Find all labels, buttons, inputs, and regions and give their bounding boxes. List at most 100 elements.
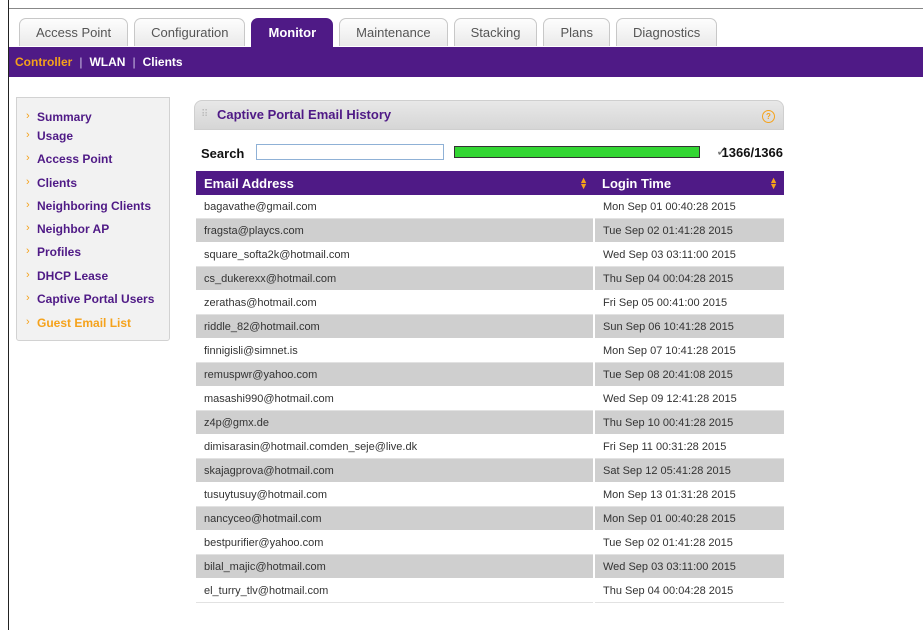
menu-item-label: Guest Email List	[37, 316, 132, 330]
table-row[interactable]: dimisarasin@hotmail.comden_seje@live.dk F…	[196, 434, 784, 459]
tab-diagnostics[interactable]: Diagnostics	[616, 18, 718, 46]
email-cell: bagavathe@gmail.com	[196, 195, 594, 219]
login-time-cell: Mon Sep 01 00:40:28 2015	[593, 506, 784, 531]
tab-access-point[interactable]: Access Point	[19, 18, 129, 46]
login-time-cell: Tue Sep 02 01:41:28 2015	[593, 218, 784, 243]
tab-configuration[interactable]: Configuration	[134, 18, 246, 46]
menu-item-label: DHCP Lease	[37, 269, 109, 283]
table-row[interactable]: skajagprova@hotmail.com Sat Sep 12 05:41:…	[196, 458, 784, 483]
email-cell: remuspwr@yahoo.com	[196, 362, 594, 387]
left-menu: › Summary › Usage › Access Point › Clients › Neig…	[16, 97, 170, 341]
menu-item-label: Captive Portal Users	[37, 292, 155, 306]
menu-item-clients[interactable]: › Clients	[26, 176, 77, 190]
drag-grip-icon: ⠿	[201, 109, 209, 120]
menu-item-guest-email-list[interactable]: › Guest Email List	[26, 316, 131, 330]
email-cell: el_turry_tlv@hotmail.com	[196, 578, 594, 603]
chevron-right-icon: ›	[26, 222, 30, 234]
email-cell: zerathas@hotmail.com	[196, 290, 594, 315]
subnav-separator: |	[79, 55, 83, 69]
subnav-controller[interactable]: Controller	[15, 55, 72, 69]
table-row[interactable]: el_turry_tlv@hotmail.com Thu Sep 04 00:04…	[196, 578, 784, 603]
email-cell: nancyceo@hotmail.com	[196, 506, 594, 531]
login-time-cell: Wed Sep 09 12:41:28 2015	[593, 386, 784, 411]
menu-item-access-point[interactable]: › Access Point	[26, 152, 112, 166]
login-time-cell: Thu Sep 10 00:41:28 2015	[593, 410, 784, 435]
chevron-right-icon: ›	[26, 199, 30, 211]
search-input[interactable]	[256, 144, 444, 160]
captive-portal-email-history-panel: ⠿ Captive Portal Email History ? Search …	[194, 100, 784, 630]
table-row[interactable]: cs_dukerexx@hotmail.com Thu Sep 04 00:04:…	[196, 266, 784, 291]
tab-maintenance[interactable]: Maintenance	[339, 18, 448, 46]
login-time-cell: Tue Sep 08 20:41:08 2015	[593, 362, 784, 387]
sort-icon: ▲ ▼	[579, 175, 588, 191]
chevron-right-icon: ›	[26, 129, 30, 141]
email-cell: skajagprova@hotmail.com	[196, 458, 594, 483]
menu-item-label: Usage	[37, 129, 74, 143]
result-count: 1366/1366	[721, 145, 783, 160]
login-time-cell: Mon Sep 01 00:40:28 2015	[593, 195, 784, 219]
table-row[interactable]: nancyceo@hotmail.com Mon Sep 01 00:40:28 …	[196, 506, 784, 531]
login-time-cell: Fri Sep 05 00:41:00 2015	[593, 290, 784, 315]
column-header-email[interactable]: Email Address ▲ ▼	[196, 171, 594, 195]
table-row[interactable]: remuspwr@yahoo.com Tue Sep 08 20:41:08 20…	[196, 362, 784, 387]
table-row[interactable]: bagavathe@gmail.com Mon Sep 01 00:40:28 2…	[196, 195, 784, 219]
subnav-wlan[interactable]: WLAN	[89, 55, 125, 69]
chevron-right-icon: ›	[26, 292, 30, 304]
search-label: Search	[201, 146, 245, 161]
tab-plans[interactable]: Plans	[543, 18, 610, 46]
chevron-right-icon: ›	[26, 269, 30, 281]
email-cell: fragsta@playcs.com	[196, 218, 594, 243]
login-time-cell: Wed Sep 03 03:11:00 2015	[593, 554, 784, 579]
main-tab-bar: Access Point Configuration Monitor Maintena…	[9, 9, 923, 47]
login-time-cell: Thu Sep 04 00:04:28 2015	[593, 266, 784, 291]
menu-item-neighbor-ap[interactable]: › Neighbor AP	[26, 222, 109, 236]
email-history-table: Email Address ▲ ▼ Login Time ▲ ▼ bagavathe…	[196, 171, 784, 603]
email-cell: finnigisli@simnet.is	[196, 338, 594, 363]
table-row[interactable]: masashi990@hotmail.com Wed Sep 09 12:41:2…	[196, 386, 784, 411]
menu-item-summary[interactable]: › Summary	[26, 110, 92, 124]
login-time-cell: Wed Sep 03 03:11:00 2015	[593, 242, 784, 267]
search-row: Search ✓ 1366/1366	[194, 131, 784, 170]
table-row[interactable]: z4p@gmx.de Thu Sep 10 00:41:28 2015	[196, 410, 784, 435]
chevron-right-icon: ›	[26, 110, 30, 122]
column-header-login-time[interactable]: Login Time ▲ ▼	[594, 171, 784, 195]
menu-item-neighboring-clients[interactable]: › Neighboring Clients	[26, 199, 151, 213]
table-row[interactable]: zerathas@hotmail.com Fri Sep 05 00:41:00 …	[196, 290, 784, 315]
menu-item-label: Access Point	[37, 152, 113, 166]
help-icon[interactable]: ?	[762, 110, 775, 123]
login-time-cell: Sun Sep 06 10:41:28 2015	[593, 314, 784, 339]
subnav-separator: |	[132, 55, 136, 69]
column-header-email-label: Email Address	[204, 175, 294, 191]
menu-item-usage[interactable]: › Usage	[26, 129, 73, 143]
menu-item-dhcp-lease[interactable]: › DHCP Lease	[26, 269, 108, 283]
table-row[interactable]: tusuytusuy@hotmail.com Mon Sep 13 01:31:2…	[196, 482, 784, 507]
panel-title: Captive Portal Email History	[217, 107, 392, 122]
table-row[interactable]: bestpurifier@yahoo.com Tue Sep 02 01:41:2…	[196, 530, 784, 555]
panel-header: ⠿ Captive Portal Email History ?	[194, 100, 784, 130]
table-row[interactable]: fragsta@playcs.com Tue Sep 02 01:41:28 20…	[196, 218, 784, 243]
table-header-row: Email Address ▲ ▼ Login Time ▲ ▼	[196, 171, 784, 195]
table-row[interactable]: riddle_82@hotmail.com Sun Sep 06 10:41:28…	[196, 314, 784, 339]
login-time-cell: Fri Sep 11 00:31:28 2015	[593, 434, 784, 459]
tab-stacking[interactable]: Stacking	[453, 18, 538, 46]
email-cell: tusuytusuy@hotmail.com	[196, 482, 594, 507]
login-time-cell: Mon Sep 13 01:31:28 2015	[593, 482, 784, 507]
email-cell: cs_dukerexx@hotmail.com	[196, 266, 594, 291]
column-header-login-time-label: Login Time	[602, 175, 672, 191]
menu-item-label: Profiles	[37, 245, 82, 259]
menu-item-label: Summary	[37, 110, 92, 124]
search-progress-fill	[455, 147, 699, 157]
email-cell: masashi990@hotmail.com	[196, 386, 594, 411]
tab-monitor[interactable]: Monitor	[251, 18, 334, 47]
table-row[interactable]: square_softa2k@hotmail.com Wed Sep 03 03:…	[196, 242, 784, 267]
table-row[interactable]: bilal_majic@hotmail.com Wed Sep 03 03:11:…	[196, 554, 784, 579]
menu-item-captive-portal-users[interactable]: › Captive Portal Users	[26, 292, 154, 306]
menu-item-profiles[interactable]: › Profiles	[26, 245, 81, 259]
email-cell: riddle_82@hotmail.com	[196, 314, 594, 339]
chevron-right-icon: ›	[26, 316, 30, 328]
subnav-clients[interactable]: Clients	[143, 55, 183, 69]
chevron-right-icon: ›	[26, 176, 30, 188]
email-cell: square_softa2k@hotmail.com	[196, 242, 594, 267]
menu-item-label: Neighboring Clients	[37, 199, 151, 213]
table-row[interactable]: finnigisli@simnet.is Mon Sep 07 10:41:28 …	[196, 338, 784, 363]
